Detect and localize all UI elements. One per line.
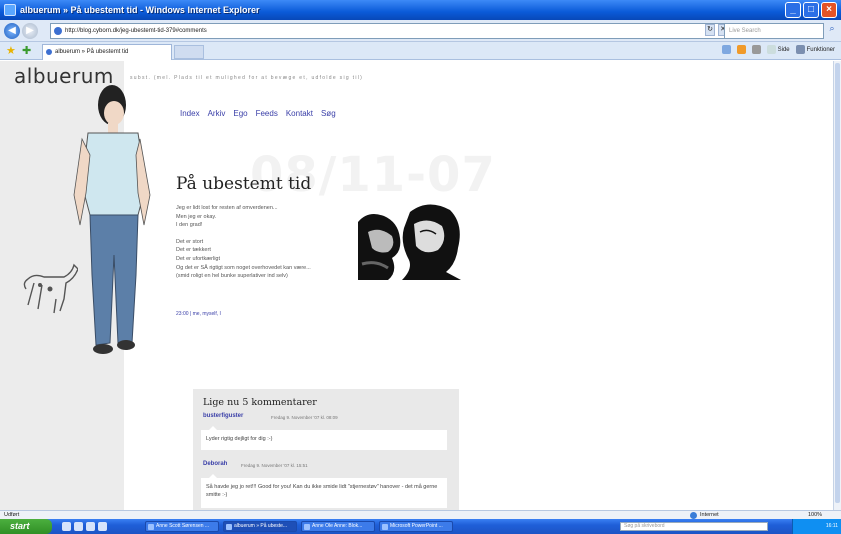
window-titlebar: albuerum » På ubestemt tid - Windows Int… xyxy=(0,0,841,20)
address-toolbar: ◀ ▶ http://blog.cyborn.dk/jeg-ubestemt-t… xyxy=(0,20,841,42)
nav-ego[interactable]: Ego xyxy=(233,109,247,118)
home-button[interactable] xyxy=(721,45,731,54)
close-button[interactable]: × xyxy=(821,2,837,18)
post-title: På ubestemt tid xyxy=(176,174,312,194)
search-input[interactable]: Live Search xyxy=(724,23,824,39)
home-icon xyxy=(721,45,731,54)
comment-date: Fredag 9. November '07 kl. 08:09 xyxy=(271,415,338,420)
comments-title: Lige nu 5 kommentarer xyxy=(203,397,317,408)
globe-icon xyxy=(690,511,697,519)
zone-label: Internet xyxy=(700,512,719,518)
post-line: Og det er SÅ rigtigt som noget overhoved… xyxy=(176,264,311,271)
post-body: Jeg er lidt lost for resten af omverdene… xyxy=(176,204,361,281)
post-line: Det er tækkert xyxy=(176,247,211,254)
nav-sog[interactable]: Søg xyxy=(321,109,336,118)
feeds-button[interactable] xyxy=(736,45,746,54)
status-text: Udført xyxy=(4,512,20,518)
print-button[interactable] xyxy=(751,45,761,54)
desktop-search-input[interactable]: Søg på skrivebord xyxy=(620,522,768,531)
scrollbar-thumb[interactable] xyxy=(835,63,840,503)
post-line: I den grad! xyxy=(176,222,203,229)
quick-launch-icon[interactable] xyxy=(74,522,83,531)
address-url: http://blog.cyborn.dk/jeg-ubestemt-tid-3… xyxy=(65,28,207,34)
status-bar: Udført Internet 100% xyxy=(0,510,841,519)
maximize-button[interactable]: □ xyxy=(803,2,819,18)
comment-date: Fredag 9. November '07 kl. 15:51 xyxy=(241,463,308,468)
comment-body: Så havde jeg jo ret!!! Good for you! Kan… xyxy=(201,474,447,508)
add-favorite-icon[interactable]: ✚ xyxy=(22,44,31,57)
ie-icon xyxy=(4,4,16,16)
start-button[interactable]: start xyxy=(0,519,52,534)
taskbar-item[interactable]: Anne Ole Anne: Blok... xyxy=(301,521,375,532)
address-input[interactable]: http://blog.cyborn.dk/jeg-ubestemt-tid-3… xyxy=(50,23,760,39)
print-icon xyxy=(751,45,761,54)
comment-body: Lyder rigtig dejligt for dig :-) xyxy=(201,426,447,450)
minimize-button[interactable]: _ xyxy=(785,2,801,18)
comment-author[interactable]: busterfiguster xyxy=(203,413,243,419)
system-tray: 16:11 xyxy=(792,519,841,534)
taskbar-item[interactable]: Anne Scott Sørensen ... xyxy=(145,521,219,532)
post-line: Men jeg er okay. xyxy=(176,213,217,220)
site-tagline: subst. (mel. Plads til et mulighed for a… xyxy=(130,75,364,81)
page-menu-icon xyxy=(766,45,776,54)
dog-illustration xyxy=(23,263,78,314)
nav-arkiv[interactable]: Arkiv xyxy=(208,109,226,118)
tools-gear-icon xyxy=(795,45,805,54)
man-illustration xyxy=(73,85,151,354)
page-icon xyxy=(54,27,62,35)
post-line: Jeg er lidt lost for resten af omverdene… xyxy=(176,205,278,211)
window-controls: _ □ × xyxy=(785,2,837,18)
forward-button[interactable]: ▶ xyxy=(22,23,38,39)
tab-bar: ★ ✚ albuerum » På ubestemt tid Side Funk… xyxy=(0,42,841,60)
nav-index[interactable]: Index xyxy=(180,109,200,118)
windows-taskbar: start Anne Scott Sørensen ... albuerum »… xyxy=(0,519,841,534)
post-line: (smid roligt en hel bunke superlativer i… xyxy=(176,273,288,280)
page-content: albuerum subst. (mel. Plads til et mulig… xyxy=(0,61,833,510)
refresh-icon[interactable]: ↻ xyxy=(705,24,715,36)
post-line: Det er ufortkærligt xyxy=(176,255,221,262)
nav-kontakt[interactable]: Kontakt xyxy=(286,109,313,118)
security-zone[interactable]: Internet xyxy=(690,511,719,519)
back-button[interactable]: ◀ xyxy=(4,23,20,39)
favorites-star-icon[interactable]: ★ xyxy=(6,44,16,57)
clock: 16:11 xyxy=(825,523,838,529)
post-line: Det er stort xyxy=(176,238,204,245)
vertical-scrollbar[interactable] xyxy=(833,61,841,510)
comment-author[interactable]: Deborah xyxy=(203,461,227,467)
post-meta-link[interactable]: 23:00 | me, myself, I xyxy=(176,311,221,317)
page-menu[interactable]: Side xyxy=(766,45,790,54)
tools-menu[interactable]: Funktioner xyxy=(795,45,835,54)
command-bar: Side Funktioner xyxy=(721,45,835,54)
site-nav: Index Arkiv Ego Feeds Kontakt Søg xyxy=(180,109,336,118)
quick-launch-icon[interactable] xyxy=(62,522,71,531)
tools-menu-label: Funktioner xyxy=(806,46,835,53)
zoom-level[interactable]: 100% xyxy=(808,511,822,519)
taskbar-item[interactable]: Microsoft PowerPoint ... xyxy=(379,521,453,532)
comments-section: Lige nu 5 kommentarer busterfiguster Fre… xyxy=(193,389,459,510)
new-tab-button[interactable] xyxy=(174,45,204,59)
nav-feeds[interactable]: Feeds xyxy=(256,109,278,118)
feed-icon xyxy=(736,45,746,54)
tab-active[interactable]: albuerum » På ubestemt tid xyxy=(42,44,172,60)
search-icon[interactable]: ⌕ xyxy=(826,23,838,39)
quick-launch xyxy=(62,522,107,531)
post-photo xyxy=(358,202,461,280)
page-menu-label: Side xyxy=(777,46,790,53)
quick-launch-icon[interactable] xyxy=(86,522,95,531)
taskbar-item-active[interactable]: albuerum » På ubeste... xyxy=(223,521,297,532)
quick-launch-icon[interactable] xyxy=(98,522,107,531)
window-title: albuerum » På ubestemt tid - Windows Int… xyxy=(20,5,260,15)
